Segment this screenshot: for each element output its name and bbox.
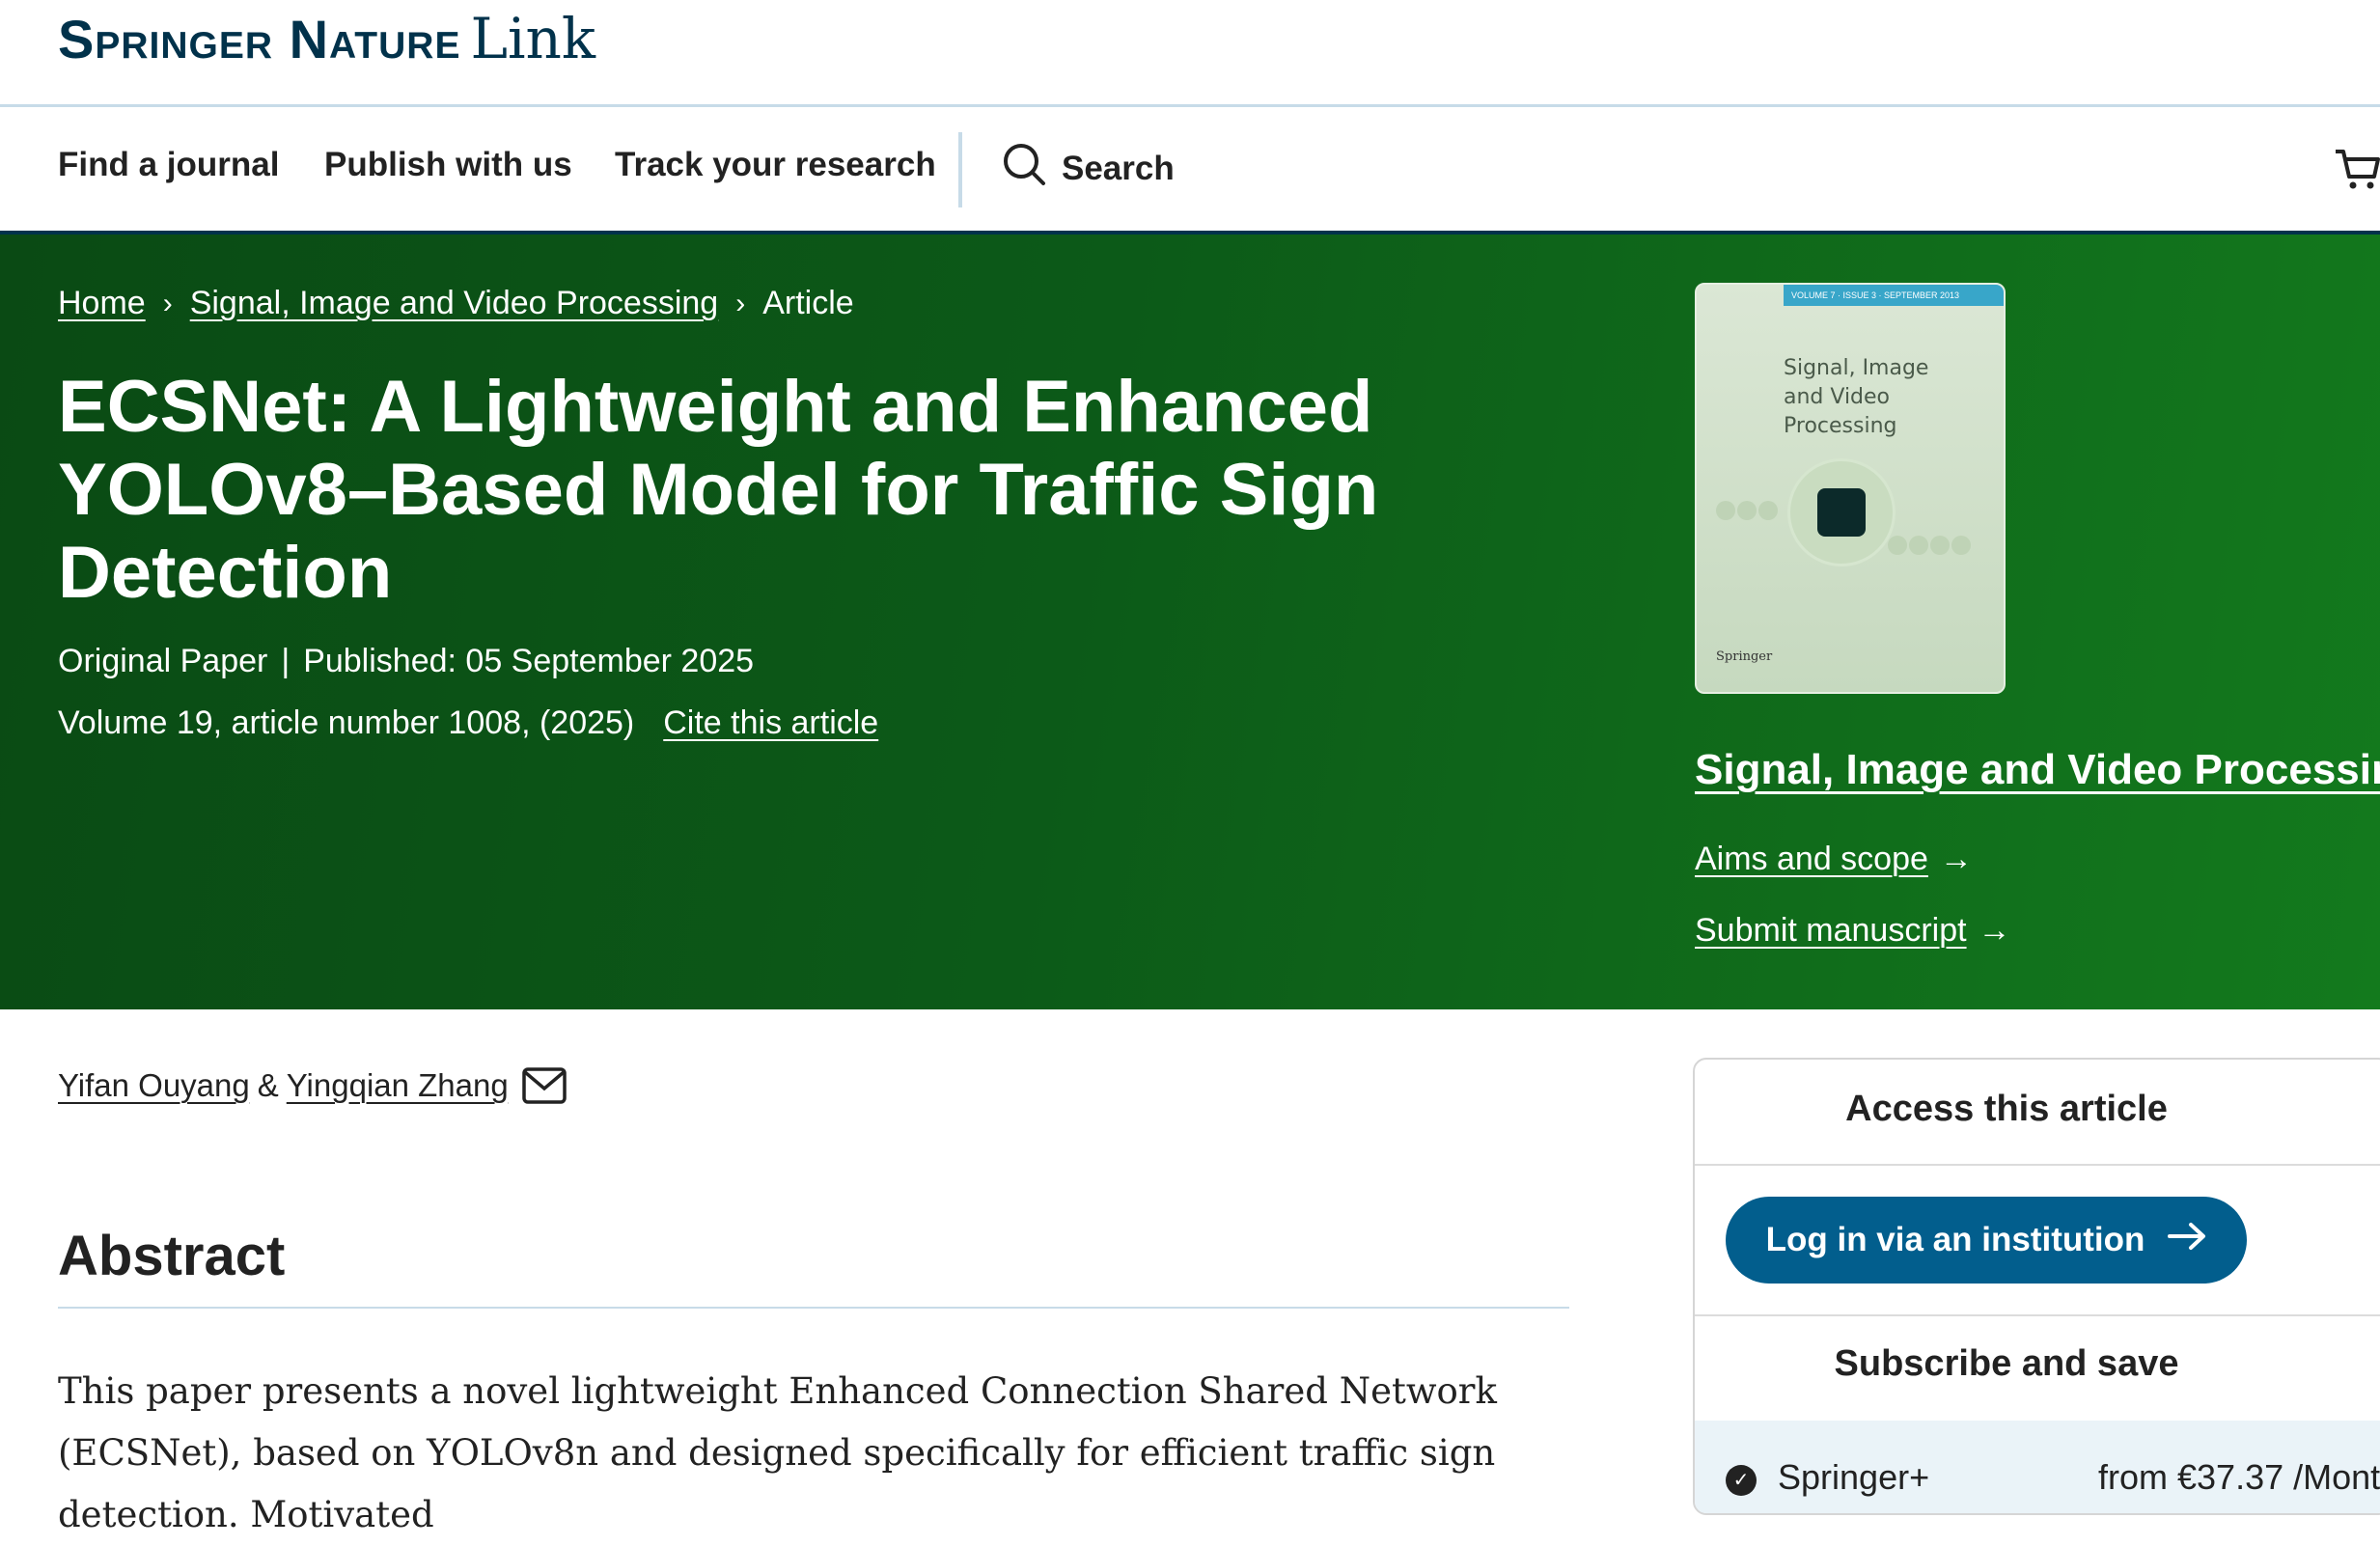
submit-manuscript-link[interactable]: Submit manuscript →	[1695, 912, 2011, 950]
article-hero: Home › Signal, Image and Video Processin…	[0, 235, 2380, 1009]
arrow-right-icon	[2168, 1221, 2206, 1260]
arrow-right-icon: →	[1978, 912, 2011, 949]
chevron-right-icon: ›	[735, 287, 746, 319]
panel-divider	[1695, 1314, 2380, 1316]
cover-title: Signal, Image and Video Processing	[1784, 356, 1929, 438]
plan-price: from €37.37 /Month	[2098, 1457, 2380, 1497]
brand-header: Springer Nature Link	[0, 0, 2380, 107]
breadcrumb-home[interactable]: Home	[58, 285, 146, 322]
aims-and-scope-label: Aims and scope	[1695, 841, 1928, 877]
cover-emblem	[1787, 458, 1896, 566]
mail-icon[interactable]	[521, 1067, 567, 1104]
cover-publisher: Springer	[1716, 649, 1773, 664]
arrow-right-icon: →	[1939, 841, 1973, 877]
cite-this-article-link[interactable]: Cite this article	[663, 704, 878, 741]
cover-decoration	[1737, 501, 1757, 520]
author-link[interactable]: Yifan Ouyang	[58, 1067, 250, 1104]
search-label: Search	[1062, 149, 1175, 187]
cover-decoration	[1888, 536, 1907, 555]
article-title: ECSNet: A Lightweight and Enhanced YOLOv…	[58, 366, 1379, 614]
journal-title-link[interactable]: Signal, Image and Video Processing	[1695, 746, 2380, 794]
submit-manuscript-label: Submit manuscript	[1695, 912, 1967, 949]
nav-publish-with-us[interactable]: Publish with us	[324, 146, 572, 184]
article-citation-info: Volume 19, article number 1008, (2025) Ci…	[58, 704, 878, 742]
panel-divider	[1695, 1164, 2380, 1166]
nav-track-your-research[interactable]: Track your research	[615, 146, 936, 184]
institution-login-button[interactable]: Log in via an institution	[1726, 1197, 2247, 1284]
cover-decoration	[1909, 536, 1928, 555]
checkmark-icon: ✓	[1726, 1465, 1757, 1496]
cover-issue-strip: VOLUME 7 · ISSUE 3 · SEPTEMBER 2013	[1784, 285, 2004, 306]
author-list: Yifan Ouyang & Yingqian Zhang	[58, 1067, 567, 1104]
cover-decoration	[1951, 536, 1971, 555]
journal-cover-image[interactable]: VOLUME 7 · ISSUE 3 · SEPTEMBER 2013 Sign…	[1695, 283, 2006, 694]
brand-product: Link	[470, 6, 596, 71]
author-link[interactable]: Yingqian Zhang	[287, 1067, 509, 1104]
author-separator: &	[257, 1067, 279, 1103]
springer-nature-link-logo[interactable]: Springer Nature Link	[58, 6, 595, 71]
breadcrumb-journal[interactable]: Signal, Image and Video Processing	[190, 285, 719, 322]
nav-divider	[958, 132, 962, 207]
cover-decoration	[1930, 536, 1950, 555]
breadcrumb: Home › Signal, Image and Video Processin…	[58, 285, 854, 322]
plan-name: Springer+	[1778, 1457, 1930, 1497]
breadcrumb-current: Article	[762, 285, 854, 321]
cart-icon[interactable]	[2334, 146, 2380, 197]
meta-divider: |	[281, 643, 291, 679]
abstract-text: This paper presents a novel lightweight …	[58, 1370, 1497, 1535]
aims-and-scope-link[interactable]: Aims and scope →	[1695, 841, 1973, 878]
login-label: Log in via an institution	[1765, 1221, 2145, 1258]
article-meta: Original Paper | Published: 05 September 2…	[58, 643, 754, 680]
chevron-right-icon: ›	[162, 287, 173, 319]
search-icon	[1002, 142, 1046, 195]
published-date: Published: 05 September 2025	[303, 643, 755, 679]
cover-decoration	[1716, 501, 1735, 520]
search-button[interactable]: Search	[1002, 142, 1175, 195]
article-type: Original Paper	[58, 643, 268, 679]
access-heading: Access this article	[1845, 1089, 2168, 1129]
main-nav: Find a journal Publish with us Track you…	[0, 107, 2380, 235]
brand-name: Springer Nature	[58, 9, 461, 69]
nav-find-a-journal[interactable]: Find a journal	[58, 146, 279, 184]
cover-decoration	[1758, 501, 1778, 520]
abstract-divider	[58, 1307, 1569, 1309]
access-panel: Access this article Log in via an instit…	[1693, 1058, 2380, 1515]
volume-info: Volume 19, article number 1008, (2025)	[58, 704, 635, 741]
subscription-option[interactable]: ✓ Springer+ from €37.37 /Month	[1695, 1421, 2380, 1513]
subscribe-heading: Subscribe and save	[1834, 1343, 2179, 1384]
abstract-heading: Abstract	[58, 1225, 286, 1287]
